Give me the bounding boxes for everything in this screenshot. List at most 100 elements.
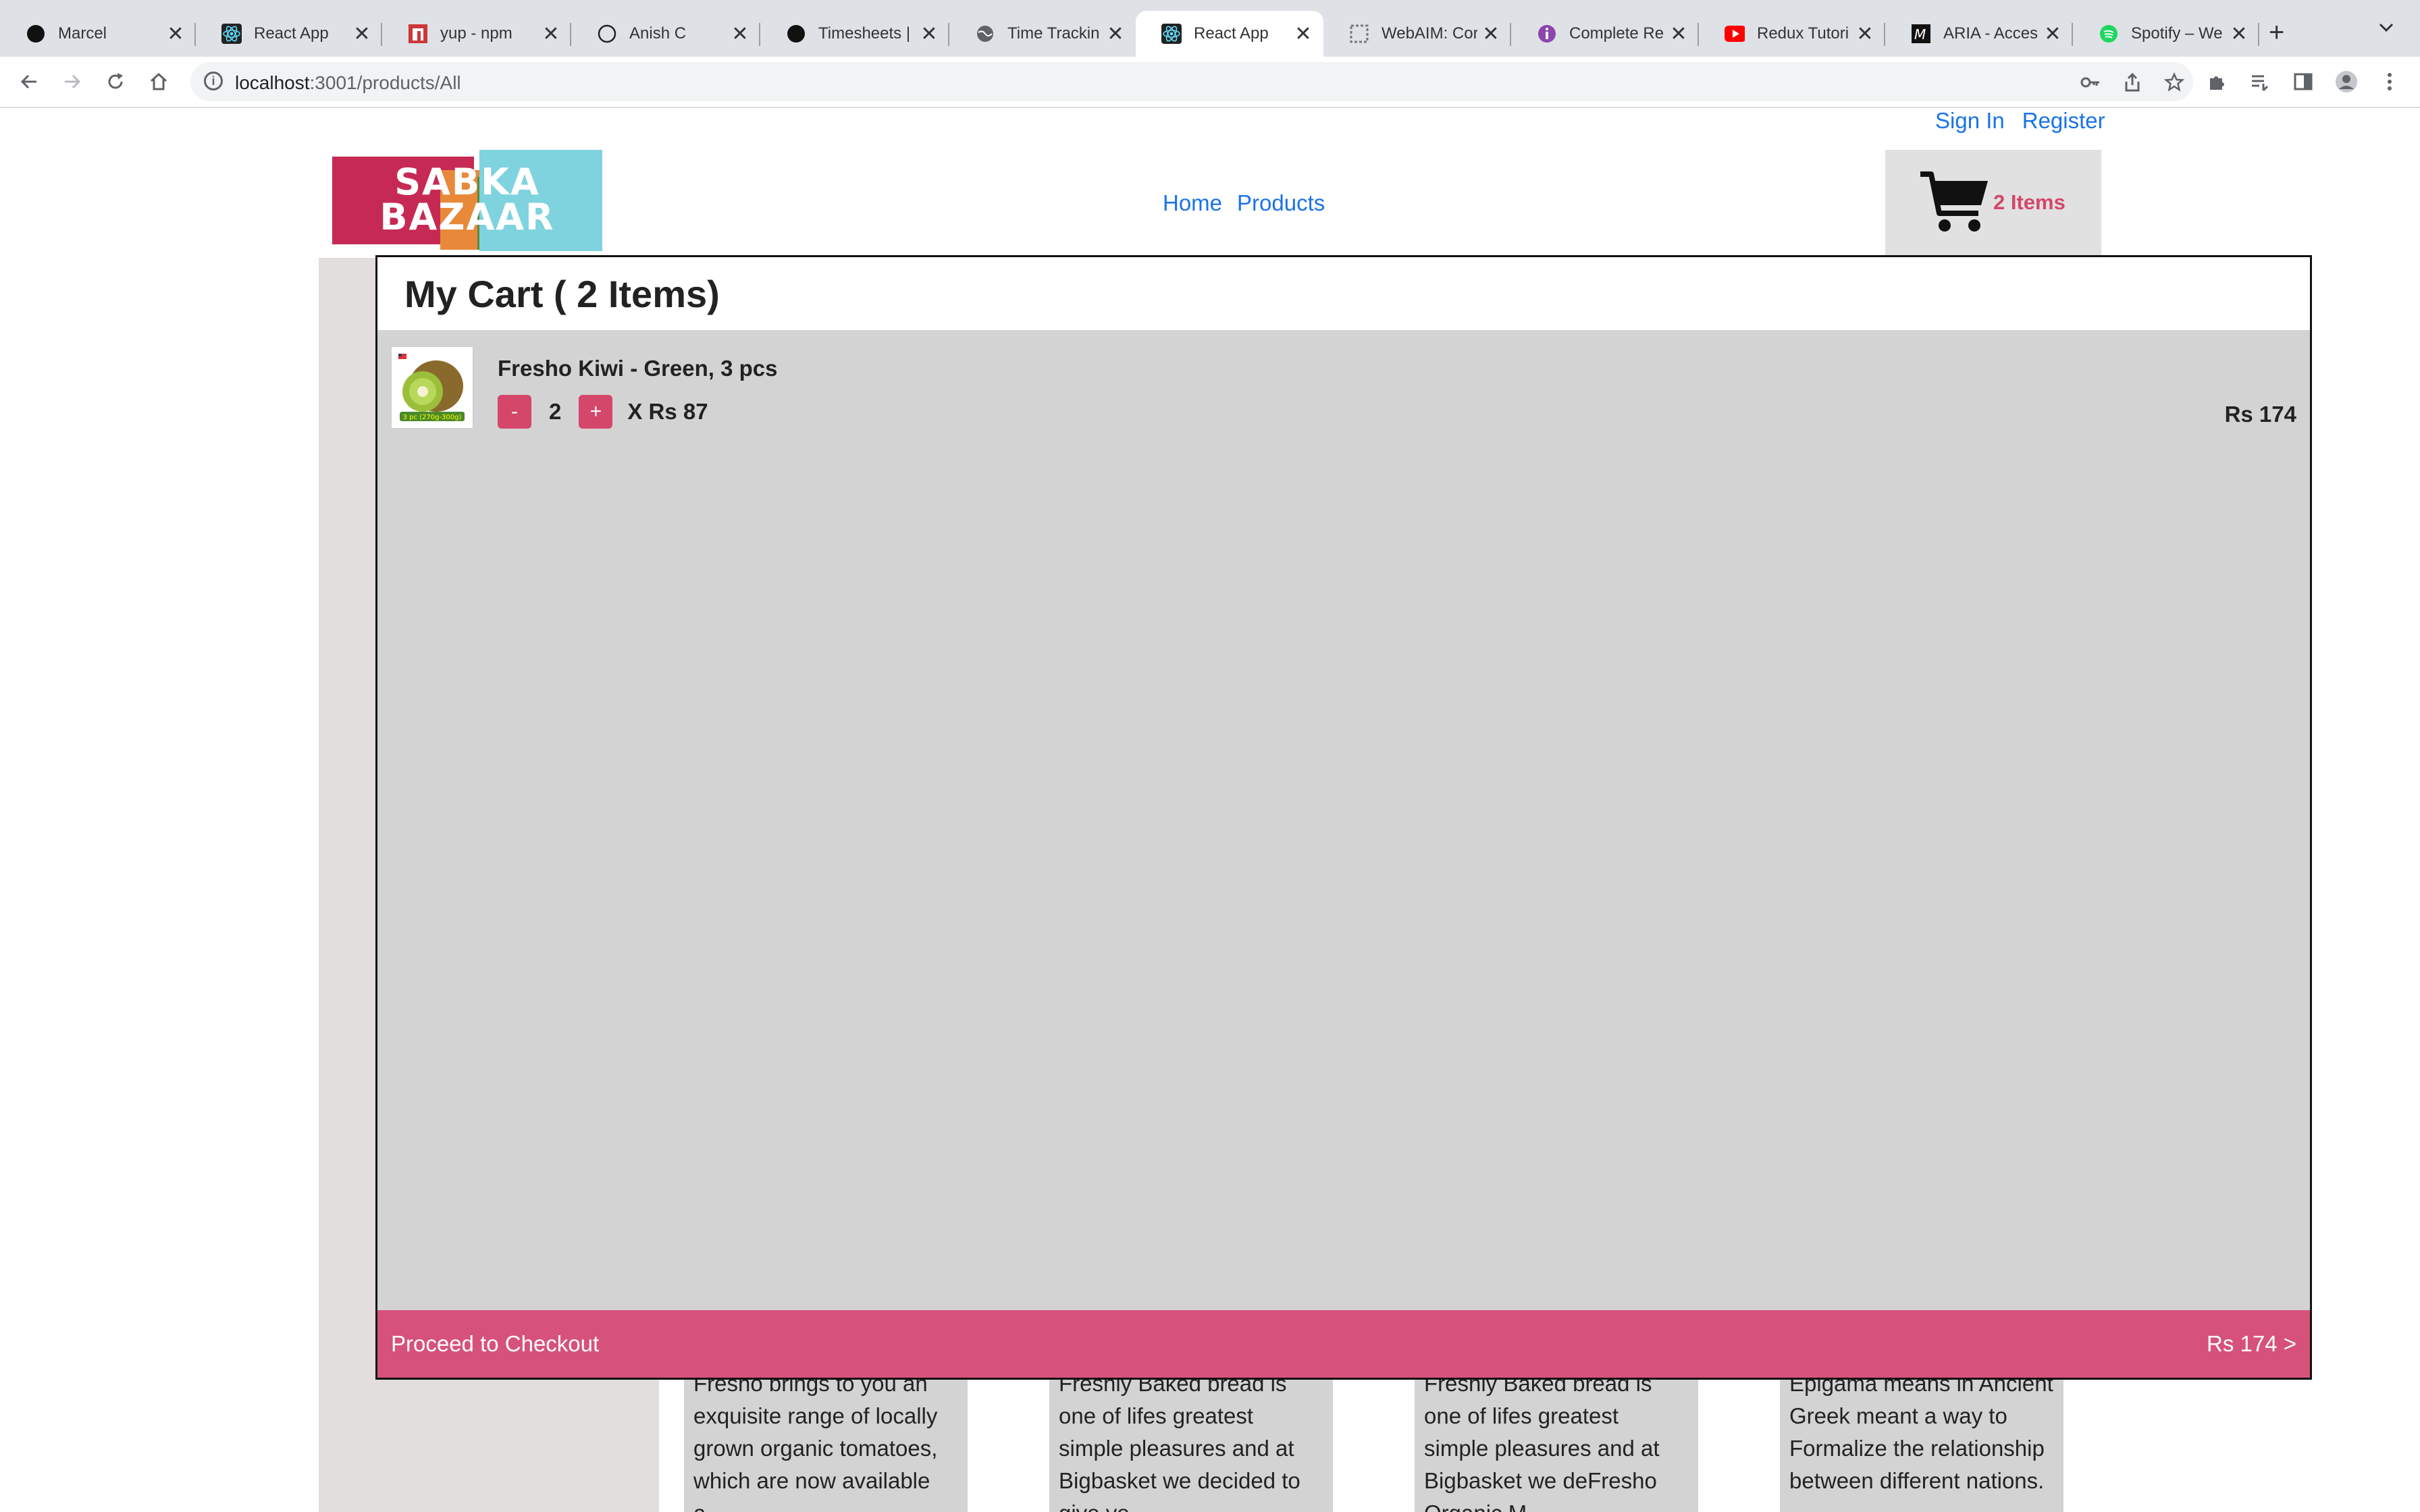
cart-item-total: Rs 174 <box>2224 402 2296 427</box>
sabka-bazaar-logo[interactable]: SABKA BAZAAR <box>332 150 602 251</box>
home-icon[interactable] <box>142 65 176 99</box>
cart-item-count: 2 Items <box>1993 190 2066 214</box>
browser-tab[interactable]: Anish C ✕ <box>571 11 760 57</box>
close-icon[interactable]: ✕ <box>727 22 754 46</box>
cart-item-qty: 2 <box>549 399 562 424</box>
spotify-icon <box>2099 24 2119 44</box>
register-link[interactable]: Register <box>2022 108 2105 134</box>
tab-title: WebAIM: Cor <box>1382 24 1477 43</box>
cart-item: 3 pc (270g-300g) Fresho Kiwi - Green, 3 … <box>391 346 2296 430</box>
proceed-to-checkout-button[interactable]: Proceed to Checkout Rs 174 > <box>377 1310 2310 1378</box>
browser-tab[interactable]: Redux Tutori ✕ <box>1699 11 1885 57</box>
product-description: Fresho brings to you an exquisite range … <box>684 1368 968 1512</box>
tab-title: ARIA - Acces <box>1943 24 2038 43</box>
extensions-puzzle-icon[interactable] <box>2203 68 2231 96</box>
browser-tab[interactable]: yup - npm ✕ <box>382 11 571 57</box>
close-icon[interactable]: ✕ <box>916 22 943 46</box>
svg-text:3 pc (270g-300g): 3 pc (270g-300g) <box>403 414 462 421</box>
webaim-icon <box>1349 24 1369 44</box>
kiwi-product-image: 3 pc (270g-300g) <box>391 346 473 429</box>
nav-products-link[interactable]: Products <box>1237 190 1325 216</box>
back-arrow-icon[interactable] <box>12 65 46 99</box>
share-icon[interactable] <box>2120 70 2145 94</box>
tab-title: Timesheets | <box>818 24 911 43</box>
tab-separator <box>2258 23 2259 46</box>
close-icon[interactable]: ✕ <box>1851 22 1878 46</box>
new-tab-button[interactable]: + <box>2269 18 2284 48</box>
globe-icon <box>975 24 995 44</box>
npm-icon <box>408 24 428 44</box>
url-text[interactable]: localhost:3001/products/All <box>235 72 461 94</box>
quantity-controls: - 2 + X Rs 87 <box>498 395 708 429</box>
product-description: Epigama means in Ancient Greek meant a w… <box>1780 1368 2063 1512</box>
browser-tab[interactable]: Marcel ✕ <box>0 11 196 57</box>
product-description: Freshly Baked bread is one of lifes grea… <box>1415 1368 1698 1512</box>
increase-qty-button[interactable]: + <box>579 395 613 429</box>
site-info-icon[interactable]: i <box>204 72 223 90</box>
tab-title: Marcel <box>58 24 107 43</box>
purple-info-icon <box>1537 24 1557 44</box>
svg-text:M: M <box>1914 26 1926 43</box>
browser-tab-bar: Marcel ✕ React App ✕ yup - npm ✕ Anish C… <box>0 0 2420 57</box>
checkout-total: Rs 174 > <box>2207 1331 2296 1356</box>
browser-menu-kebab-icon[interactable] <box>2375 68 2404 96</box>
circle-black-icon <box>786 24 806 44</box>
browser-tab-active[interactable]: React App ✕ <box>1136 11 1323 57</box>
circle-black-icon <box>26 24 46 44</box>
tab-title: yup - npm <box>440 24 512 43</box>
cart-item-name: Fresho Kiwi - Green, 3 pcs <box>498 356 778 381</box>
youtube-icon <box>1725 24 1745 44</box>
reload-icon[interactable] <box>99 65 132 99</box>
cart-button[interactable]: 2 Items <box>1885 150 2101 255</box>
cart-modal-header: My Cart ( 2 Items) <box>377 257 2310 330</box>
reading-list-icon[interactable] <box>2246 68 2274 96</box>
tab-title: React App <box>1194 24 1269 43</box>
tab-title: Spotify – We <box>2131 24 2223 43</box>
tab-title: Complete Re <box>1569 24 1664 43</box>
close-icon[interactable]: ✕ <box>1477 22 1504 46</box>
tab-title: Redux Tutori <box>1757 24 1849 43</box>
address-bar[interactable]: i localhost:3001/products/All <box>190 62 2193 101</box>
close-icon[interactable]: ✕ <box>1665 22 1692 46</box>
decrease-qty-button[interactable]: - <box>498 395 531 429</box>
browser-tab[interactable]: Time Trackin ✕ <box>949 11 1136 57</box>
cart-modal: My Cart ( 2 Items) 3 pc (270g-300g) Fres… <box>375 255 2312 1380</box>
tab-search-chevron-icon[interactable] <box>2377 18 2396 41</box>
tab-title: Time Trackin <box>1007 24 1100 43</box>
close-icon[interactable]: ✕ <box>537 22 564 46</box>
checkout-label: Proceed to Checkout <box>391 1331 600 1356</box>
tab-title: React App <box>254 24 329 43</box>
browser-tab[interactable]: M ARIA - Acces ✕ <box>1885 11 2073 57</box>
nav-home-link[interactable]: Home <box>1163 190 1222 216</box>
close-icon[interactable]: ✕ <box>2039 22 2066 46</box>
shopping-cart-icon <box>1920 171 1988 232</box>
sign-in-link[interactable]: Sign In <box>1935 108 2005 134</box>
react-icon <box>1161 24 1182 44</box>
bookmark-star-icon[interactable] <box>2162 70 2186 94</box>
cart-title: My Cart ( 2 Items) <box>404 272 720 315</box>
browser-tab[interactable]: React App ✕ <box>196 11 382 57</box>
close-icon[interactable]: ✕ <box>2226 22 2253 46</box>
close-icon[interactable]: ✕ <box>162 22 189 46</box>
profile-avatar-icon[interactable] <box>2332 68 2361 96</box>
web-page: Sign In Register SABKA BAZAAR Home Produc… <box>0 108 2420 1512</box>
main-nav: Home Products <box>1163 190 1325 216</box>
password-key-icon[interactable] <box>2078 70 2103 94</box>
cart-item-unit-price: X Rs 87 <box>627 399 708 424</box>
product-description: Freshly Baked bread is one of lifes grea… <box>1049 1368 1333 1512</box>
browser-tab[interactable]: WebAIM: Cor ✕ <box>1323 11 1511 57</box>
browser-tab[interactable]: Timesheets | ✕ <box>760 11 949 57</box>
close-icon[interactable]: ✕ <box>1102 22 1129 46</box>
browser-tab[interactable]: Complete Re ✕ <box>1511 11 1699 57</box>
mdn-icon: M <box>1911 24 1931 44</box>
react-icon <box>221 24 242 44</box>
github-icon <box>597 24 617 44</box>
close-icon[interactable]: ✕ <box>348 22 375 46</box>
browser-toolbar: i localhost:3001/products/All <box>0 57 2420 108</box>
forward-arrow-icon[interactable] <box>55 65 89 99</box>
close-icon[interactable]: ✕ <box>1290 22 1317 46</box>
side-panel-icon[interactable] <box>2289 68 2317 96</box>
auth-links: Sign In Register <box>1935 108 2105 134</box>
browser-tab[interactable]: Spotify – We ✕ <box>2073 11 2259 57</box>
tab-title: Anish C <box>629 24 687 43</box>
